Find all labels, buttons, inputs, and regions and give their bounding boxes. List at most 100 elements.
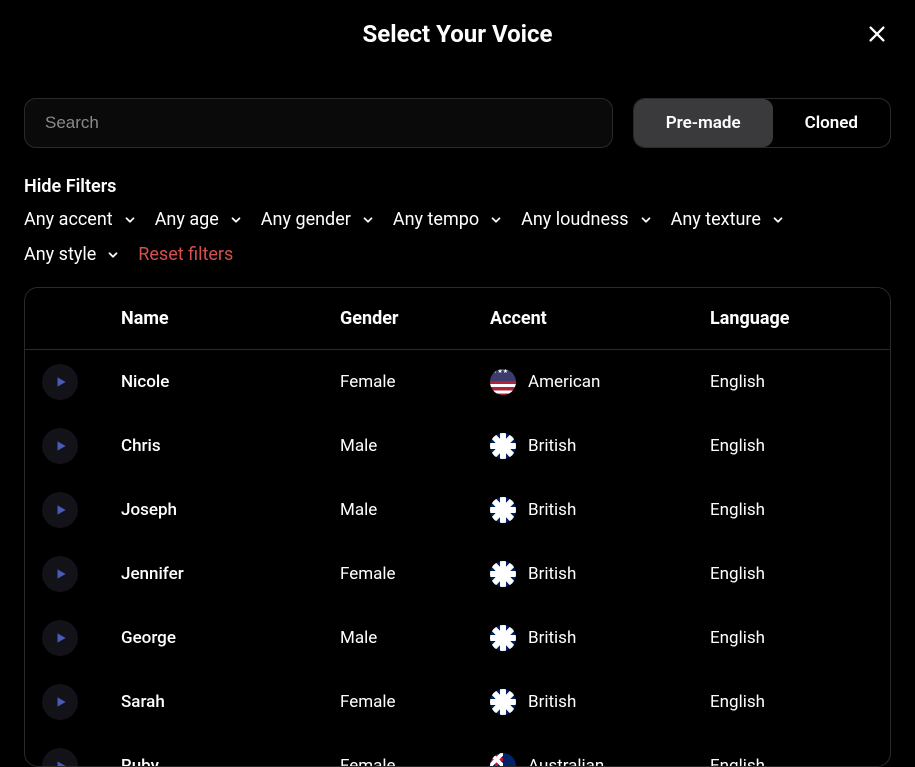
filter-dropdown[interactable]: Any accent <box>24 209 137 230</box>
filter-dropdown[interactable]: Any loudness <box>521 209 652 230</box>
table-header: Name Gender Accent Language <box>25 288 890 350</box>
play-icon <box>54 695 68 709</box>
flag-icon <box>490 689 516 715</box>
th-language: Language <box>710 308 890 329</box>
table-row[interactable]: RubyFemale Australian English <box>25 734 890 767</box>
filter-label: Any loudness <box>521 209 628 230</box>
play-button[interactable] <box>42 620 78 656</box>
flag-icon <box>490 497 516 523</box>
controls-row: Pre-made Cloned <box>24 98 891 148</box>
play-cell <box>25 428 95 464</box>
table-row[interactable]: JosephMaleBritishEnglish <box>25 478 890 542</box>
filter-dropdown[interactable]: Any style <box>24 244 120 265</box>
voice-gender: Female <box>340 756 490 767</box>
play-cell <box>25 748 95 767</box>
chevron-down-icon <box>639 213 653 227</box>
filter-label: Any texture <box>671 209 761 230</box>
filter-dropdown[interactable]: Any tempo <box>393 209 503 230</box>
table-row[interactable]: GeorgeMaleBritishEnglish <box>25 606 890 670</box>
voice-gender: Female <box>340 372 490 392</box>
th-gender: Gender <box>340 308 490 329</box>
table-body: NicoleFemaleAmericanEnglishChrisMaleBrit… <box>25 350 890 767</box>
voice-accent-cell: British <box>490 561 710 587</box>
table-row[interactable]: JenniferFemaleBritishEnglish <box>25 542 890 606</box>
play-button[interactable] <box>42 684 78 720</box>
play-button[interactable] <box>42 748 78 767</box>
filter-label: Any gender <box>261 209 351 230</box>
filter-label: Any tempo <box>393 209 479 230</box>
voice-gender: Female <box>340 692 490 712</box>
play-button[interactable] <box>42 428 78 464</box>
voice-gender: Male <box>340 436 490 456</box>
play-button[interactable] <box>42 364 78 400</box>
voice-language: English <box>710 692 890 712</box>
modal-header: Select Your Voice <box>24 20 891 48</box>
voice-accent-cell: British <box>490 497 710 523</box>
voice-language: English <box>710 756 890 767</box>
voice-selection-modal: Select Your Voice Pre-made Cloned Hide F… <box>0 0 915 760</box>
filter-dropdown[interactable]: Any age <box>155 209 243 230</box>
voice-gender: Male <box>340 500 490 520</box>
reset-filters-button[interactable]: Reset filters <box>138 244 233 265</box>
voice-language: English <box>710 564 890 584</box>
filter-dropdown[interactable]: Any texture <box>671 209 785 230</box>
close-icon <box>866 23 888 45</box>
table-row[interactable]: ChrisMaleBritishEnglish <box>25 414 890 478</box>
voice-accent-cell: British <box>490 433 710 459</box>
filters-section: Hide Filters Any accent Any age Any gender… <box>24 176 891 265</box>
voice-name: Nicole <box>95 372 340 392</box>
voice-name: Ruby <box>95 756 340 767</box>
voice-type-tabs: Pre-made Cloned <box>633 98 891 148</box>
voice-accent-cell: American <box>490 369 710 395</box>
tab-cloned[interactable]: Cloned <box>773 99 890 147</box>
voice-accent: Australian <box>528 756 604 767</box>
play-button[interactable] <box>42 556 78 592</box>
play-cell <box>25 620 95 656</box>
flag-icon <box>490 561 516 587</box>
filter-dropdown[interactable]: Any gender <box>261 209 375 230</box>
play-icon <box>54 375 68 389</box>
chevron-down-icon <box>489 213 503 227</box>
filter-label: Any accent <box>24 209 113 230</box>
play-icon <box>54 503 68 517</box>
voice-name: Joseph <box>95 500 340 520</box>
modal-title: Select Your Voice <box>24 20 891 48</box>
play-cell <box>25 556 95 592</box>
voice-language: English <box>710 436 890 456</box>
chevron-down-icon <box>361 213 375 227</box>
search-input[interactable] <box>24 98 613 148</box>
table-row[interactable]: NicoleFemaleAmericanEnglish <box>25 350 890 414</box>
voices-table[interactable]: Name Gender Accent Language NicoleFemale… <box>24 287 891 767</box>
voice-gender: Male <box>340 628 490 648</box>
voice-name: George <box>95 628 340 648</box>
play-cell <box>25 684 95 720</box>
filter-label: Any age <box>155 209 219 230</box>
table-row[interactable]: SarahFemaleBritishEnglish <box>25 670 890 734</box>
th-play <box>25 308 95 329</box>
play-icon <box>54 759 68 767</box>
play-cell <box>25 492 95 528</box>
chevron-down-icon <box>106 248 120 262</box>
th-accent: Accent <box>490 308 710 329</box>
filter-list: Any accent Any age Any gender Any tempo Any … <box>24 209 891 265</box>
flag-icon <box>490 625 516 651</box>
hide-filters-toggle[interactable]: Hide Filters <box>24 176 891 197</box>
th-name: Name <box>95 308 340 329</box>
voice-accent: British <box>528 500 576 520</box>
chevron-down-icon <box>771 213 785 227</box>
play-icon <box>54 567 68 581</box>
close-button[interactable] <box>863 20 891 48</box>
chevron-down-icon <box>123 213 137 227</box>
play-button[interactable] <box>42 492 78 528</box>
play-icon <box>54 631 68 645</box>
voice-name: Sarah <box>95 692 340 712</box>
play-cell <box>25 364 95 400</box>
play-icon <box>54 439 68 453</box>
flag-icon <box>490 753 516 767</box>
voice-language: English <box>710 628 890 648</box>
flag-icon <box>490 369 516 395</box>
voice-accent: American <box>528 372 600 392</box>
voice-name: Chris <box>95 436 340 456</box>
voice-accent-cell: British <box>490 625 710 651</box>
tab-premade[interactable]: Pre-made <box>634 99 773 147</box>
